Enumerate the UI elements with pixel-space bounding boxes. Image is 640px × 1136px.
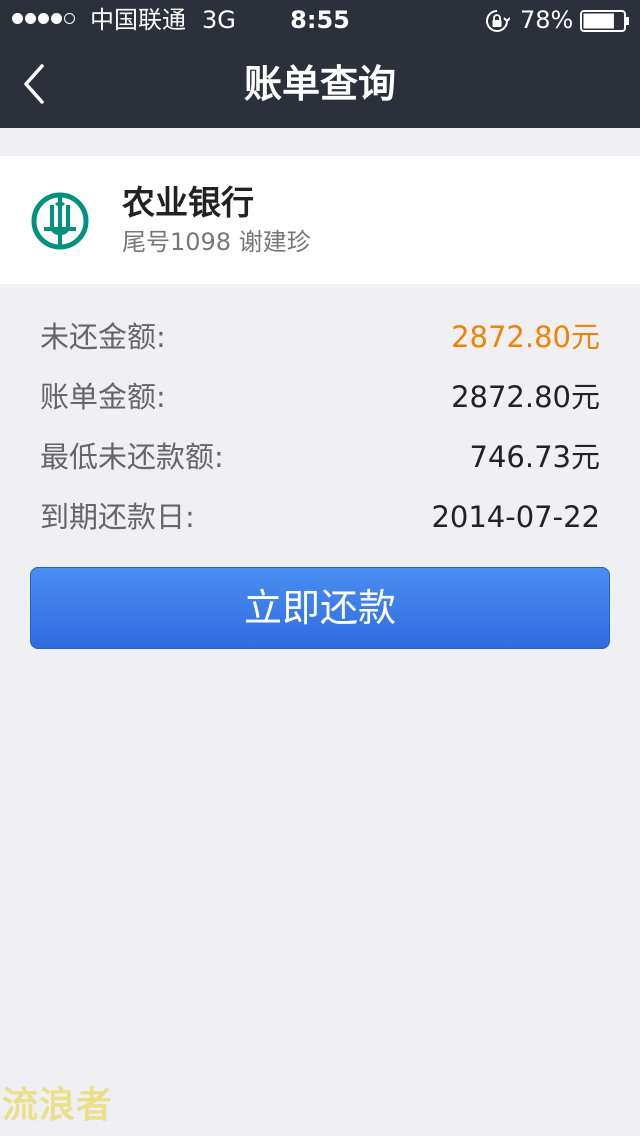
rotation-lock-icon (486, 10, 510, 32)
page-title: 账单查询 (243, 62, 396, 106)
bank-account-info: 尾号1098 谢建珍 (122, 228, 311, 256)
detail-label: 到期还款日: (40, 500, 195, 534)
status-bar: 中国联通 3G 8:55 78% (0, 0, 640, 40)
bank-card: 农业银行 尾号1098 谢建珍 (0, 156, 640, 284)
navigation-bar: 账单查询 (0, 40, 640, 128)
detail-label: 最低未还款额: (40, 440, 224, 474)
detail-value: 2014-07-22 (431, 500, 600, 534)
bank-name: 农业银行 (122, 183, 254, 222)
detail-label: 账单金额: (40, 380, 166, 414)
detail-label: 未还金额: (40, 320, 166, 354)
detail-value: 2872.80元 (451, 320, 600, 354)
detail-row-minimum-payment: 最低未还款额: 746.73元 (40, 435, 600, 479)
battery-percent: 78% (520, 6, 574, 34)
pay-now-button[interactable]: 立即还款 (30, 567, 610, 649)
detail-row-outstanding: 未还金额: 2872.80元 (40, 315, 600, 359)
watermark: 流浪者 (2, 1085, 114, 1126)
detail-row-bill-amount: 账单金额: 2872.80元 (40, 375, 600, 419)
abc-bank-logo-icon (31, 192, 89, 250)
detail-value: 746.73元 (469, 440, 600, 474)
detail-value: 2872.80元 (451, 380, 600, 414)
top-header: 中国联通 3G 8:55 78% 账单查询 (0, 0, 640, 128)
detail-row-due-date: 到期还款日: 2014-07-22 (40, 495, 600, 539)
battery-icon (580, 10, 629, 32)
